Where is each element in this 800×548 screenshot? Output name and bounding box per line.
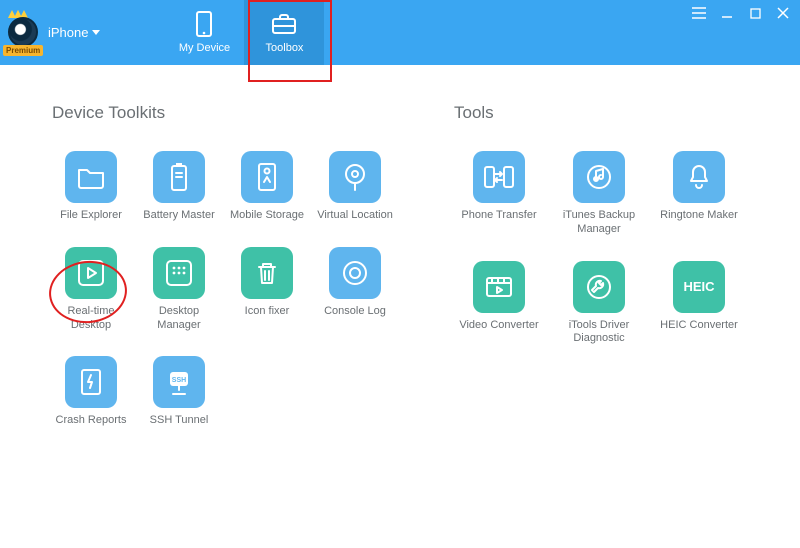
tool-tile[interactable]: Ringtone Maker [654,151,744,237]
nav-label: Toolbox [266,42,304,54]
location-icon [329,151,381,203]
tile-label: Phone Transfer [461,209,536,223]
tile-label: Real-time Desktop [52,305,130,333]
tool-tile[interactable]: Virtual Location [316,151,394,223]
content-area: Device Toolkits File Explorer Battery Mas… [0,65,800,448]
tool-tile[interactable]: Real-time Desktop [52,247,130,333]
battery-icon [153,151,205,203]
menu-icon[interactable] [692,6,706,20]
toolkits-grid: File Explorer Battery Master Mobile Storag… [52,151,394,428]
svg-text:HEIC: HEIC [683,279,715,294]
section-title: Tools [454,103,744,123]
grid-icon [153,247,205,299]
section-title: Device Toolkits [52,103,394,123]
svg-text:SSH: SSH [172,377,186,384]
device-dropdown-label: iPhone [48,25,88,40]
minimize-icon[interactable] [720,6,734,20]
nav-tab-my-device[interactable]: My Device [164,0,244,65]
play-icon [65,247,117,299]
tile-label: Crash Reports [56,414,127,428]
tool-tile[interactable]: Battery Master [140,151,218,223]
crash-icon [65,356,117,408]
heic-icon: HEIC [673,261,725,313]
bell-icon [673,151,725,203]
tool-tile[interactable]: Mobile Storage [228,151,306,223]
tools-section: Tools Phone Transfer iTunes Backup Manage… [454,103,744,428]
storage-icon [241,151,293,203]
itunes-icon [573,151,625,203]
device-toolkits-section: Device Toolkits File Explorer Battery Mas… [52,103,394,428]
main-nav: My Device Toolbox [164,0,324,65]
tool-tile[interactable]: HEIC HEIC Converter [654,261,744,347]
tile-label: HEIC Converter [660,319,738,333]
trash-icon [241,247,293,299]
brand-area: Premium iPhone [0,0,114,65]
toolbox-icon [271,11,297,37]
tile-label: Console Log [324,305,386,319]
transfer-icon [473,151,525,203]
tile-label: iTools Driver Diagnostic [559,319,639,347]
phone-icon [191,11,217,37]
premium-badge: Premium [3,45,43,56]
folder-icon [65,151,117,203]
app-logo-icon: Premium [6,16,40,50]
tile-label: iTunes Backup Manager [559,209,639,237]
tool-tile[interactable]: Phone Transfer [454,151,544,237]
tile-label: Ringtone Maker [660,209,738,223]
wrench-icon [573,261,625,313]
tool-tile[interactable]: Console Log [316,247,394,333]
tool-tile[interactable]: Icon fixer [228,247,306,333]
close-icon[interactable] [776,6,790,20]
ssh-icon: SSH [153,356,205,408]
tile-label: Virtual Location [317,209,393,223]
tool-tile[interactable]: Crash Reports [52,356,130,428]
device-dropdown[interactable]: iPhone [48,25,100,40]
app-header: Premium iPhone My Device Toolbox [0,0,800,65]
tile-label: Battery Master [143,209,215,223]
tool-tile[interactable]: SSH SSH Tunnel [140,356,218,428]
tile-label: Desktop Manager [140,305,218,333]
tile-label: File Explorer [60,209,122,223]
tools-grid: Phone Transfer iTunes Backup Manager Ringt… [454,151,744,346]
maximize-icon[interactable] [748,6,762,20]
video-icon [473,261,525,313]
tool-tile[interactable]: File Explorer [52,151,130,223]
tile-label: Video Converter [459,319,538,333]
console-icon [329,247,381,299]
tile-label: SSH Tunnel [150,414,209,428]
nav-tab-toolbox[interactable]: Toolbox [244,0,324,65]
window-controls [692,6,790,20]
tool-tile[interactable]: Video Converter [454,261,544,347]
tile-label: Icon fixer [245,305,290,319]
nav-label: My Device [179,42,230,54]
tool-tile[interactable]: Desktop Manager [140,247,218,333]
tool-tile[interactable]: iTools Driver Diagnostic [554,261,644,347]
tool-tile[interactable]: iTunes Backup Manager [554,151,644,237]
tile-label: Mobile Storage [230,209,304,223]
